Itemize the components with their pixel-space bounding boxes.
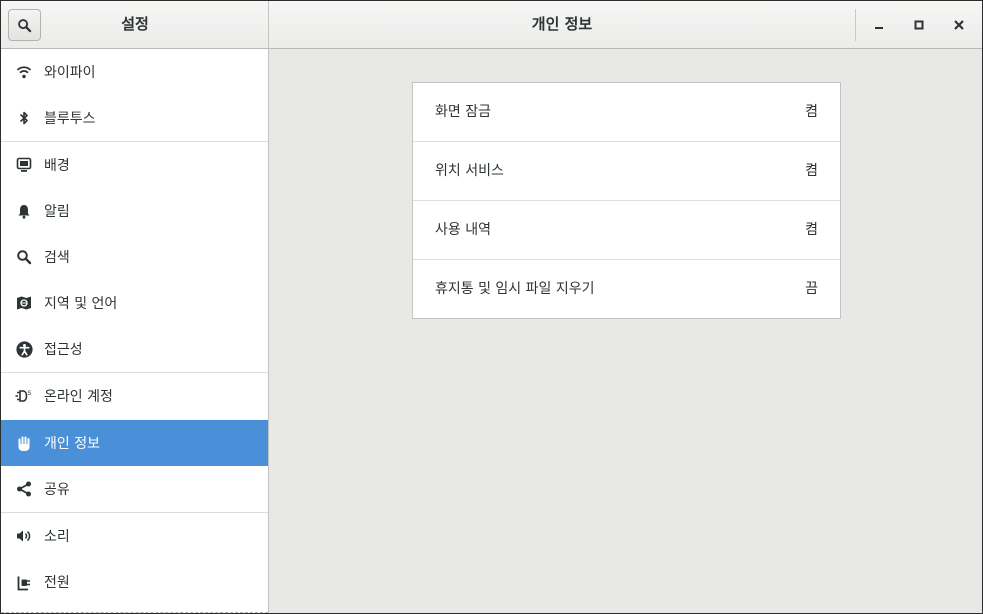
row-purge-trash[interactable]: 휴지통 및 임시 파일 지우기 끔 — [413, 260, 840, 319]
row-value: 켬 — [805, 222, 818, 238]
sidebar-item-accessibility[interactable]: 접근성 — [1, 326, 268, 372]
sidebar-item-label: 블루투스 — [44, 111, 96, 127]
sidebar-item-label: 와이파이 — [44, 65, 96, 81]
svg-text:S: S — [28, 390, 32, 397]
privacy-list: 화면 잠금 켬 위치 서비스 켬 사용 내역 켬 휴지통 및 임시 파일 지우기… — [412, 82, 841, 319]
sidebar-item-label: 전원 — [44, 575, 70, 591]
header-separator — [855, 9, 856, 41]
maximize-icon — [914, 20, 924, 30]
wifi-icon — [15, 63, 33, 81]
row-value: 켬 — [805, 104, 818, 120]
row-label: 사용 내역 — [435, 222, 491, 238]
row-screen-lock[interactable]: 화면 잠금 켬 — [413, 83, 840, 142]
minimize-icon — [875, 27, 883, 29]
power-icon — [15, 573, 33, 591]
background-icon — [15, 156, 33, 174]
bluetooth-icon — [15, 109, 33, 127]
sidebar: 와이파이 블루투스 배경 알림 검색 지역 및 언어 접근성 S 온라인 계정 … — [1, 49, 269, 613]
close-icon — [954, 20, 964, 30]
sidebar-item-wifi[interactable]: 와이파이 — [1, 49, 268, 95]
accessibility-icon — [15, 340, 33, 358]
privacy-content: 화면 잠금 켬 위치 서비스 켬 사용 내역 켬 휴지통 및 임시 파일 지우기… — [269, 49, 982, 613]
header-left: 설정 — [1, 1, 269, 48]
sidebar-item-sharing[interactable]: 공유 — [1, 466, 268, 512]
app-title: 설정 — [121, 15, 149, 33]
search-icon — [15, 248, 33, 266]
sidebar-item-online-accounts[interactable]: S 온라인 계정 — [1, 373, 268, 419]
row-label: 휴지통 및 임시 파일 지우기 — [435, 281, 595, 297]
privacy-hand-icon — [15, 434, 33, 452]
panel-title: 개인 정보 — [531, 15, 593, 33]
sidebar-item-search[interactable]: 검색 — [1, 234, 268, 280]
row-label: 화면 잠금 — [435, 104, 491, 120]
region-icon — [15, 294, 33, 312]
sidebar-item-power[interactable]: 전원 — [1, 559, 268, 605]
row-location-services[interactable]: 위치 서비스 켬 — [413, 142, 840, 201]
share-icon — [15, 480, 33, 498]
sidebar-item-notifications[interactable]: 알림 — [1, 188, 268, 234]
speaker-icon — [15, 527, 33, 545]
sidebar-item-bluetooth[interactable]: 블루투스 — [1, 95, 268, 141]
sidebar-item-background[interactable]: 배경 — [1, 142, 268, 188]
sidebar-item-privacy[interactable]: 개인 정보 — [1, 420, 268, 466]
sidebar-item-label: 배경 — [44, 158, 70, 174]
row-value: 켬 — [805, 163, 818, 179]
sidebar-item-label: 접근성 — [44, 342, 83, 358]
bell-icon — [15, 202, 33, 220]
row-value: 끔 — [805, 281, 818, 297]
search-icon — [18, 18, 32, 32]
sidebar-item-label: 알림 — [44, 204, 70, 220]
sidebar-item-label: 공유 — [44, 482, 70, 498]
sidebar-scroll-edge — [1, 612, 268, 613]
header-bar: 설정 개인 정보 — [1, 1, 982, 49]
sidebar-item-sound[interactable]: 소리 — [1, 513, 268, 559]
sidebar-item-label: 검색 — [44, 250, 70, 266]
sidebar-item-region[interactable]: 지역 및 언어 — [1, 280, 268, 326]
sidebar-item-label: 온라인 계정 — [44, 389, 113, 405]
sidebar-item-label: 개인 정보 — [44, 436, 100, 452]
minimize-button[interactable] — [865, 11, 893, 39]
row-label: 위치 서비스 — [435, 163, 504, 179]
close-button[interactable] — [945, 11, 973, 39]
online-accounts-icon: S — [15, 387, 33, 405]
maximize-button[interactable] — [905, 11, 933, 39]
settings-window: 설정 개인 정보 와이파이 블루투스 배경 알림 검색 지역 및 언어 접근성 … — [0, 0, 983, 614]
sidebar-item-label: 소리 — [44, 529, 70, 545]
row-usage-history[interactable]: 사용 내역 켬 — [413, 201, 840, 260]
sidebar-item-label: 지역 및 언어 — [44, 296, 118, 312]
search-button[interactable] — [8, 9, 41, 41]
